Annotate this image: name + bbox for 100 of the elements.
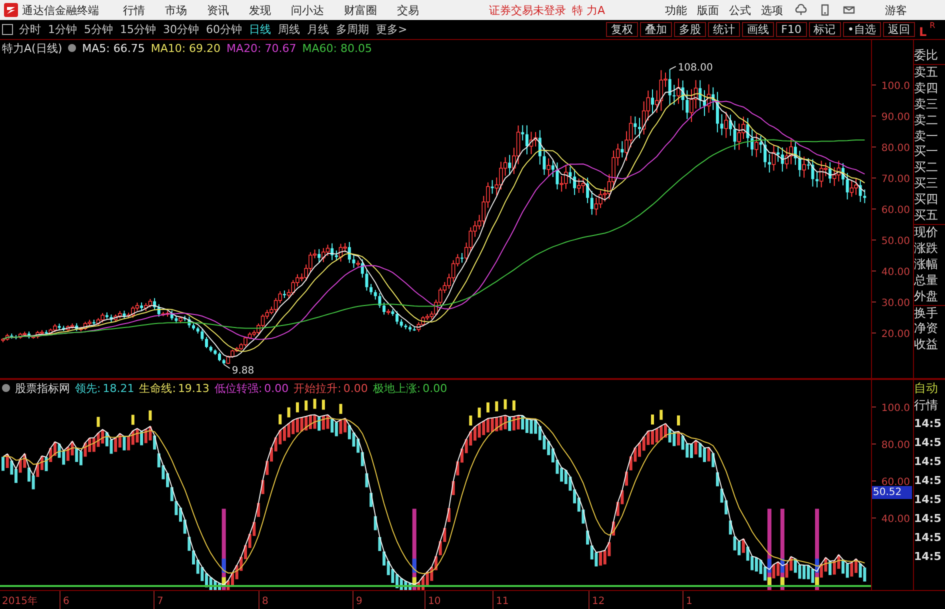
menu-item[interactable]: 资讯 (207, 2, 229, 18)
time-label: 14:5 (914, 549, 942, 565)
indicator-value: 0.00 (422, 382, 448, 394)
tool-button[interactable]: 返回 (883, 22, 915, 37)
axis-label: 100.0 (881, 403, 910, 414)
panel-toggle-icon[interactable] (2, 24, 13, 35)
tool-button[interactable]: 统计 (708, 22, 740, 37)
cloud-icon[interactable] (795, 4, 808, 16)
axis-label: 30.00 (881, 298, 910, 309)
period-tab[interactable]: 1分钟 (48, 22, 77, 37)
axis-label: 70.00 (881, 174, 910, 185)
period-tab[interactable]: 30分钟 (163, 22, 199, 37)
app-logo-icon (4, 3, 18, 17)
axis-label: 100.0 (881, 81, 910, 92)
tool-button[interactable]: 标记 (808, 22, 840, 37)
quote-label: 收益 (914, 337, 939, 354)
indicator-name: 极地上涨: (372, 380, 421, 396)
period-tab[interactable]: 60分钟 (206, 22, 242, 37)
tool-button[interactable]: 多股 (674, 22, 706, 37)
menu-item[interactable]: 行情 (123, 2, 145, 18)
quote-label: 卖二 (914, 112, 939, 129)
axis-label: 80.00 (881, 440, 910, 451)
tool-button[interactable]: F10 (776, 22, 806, 37)
date-label: 8 (262, 596, 268, 607)
date-label: 10 (428, 596, 441, 607)
menu-item[interactable]: 市场 (165, 2, 187, 18)
menu-item[interactable]: 功能 (665, 2, 688, 18)
login-status: 证券交易未登录 (489, 2, 566, 18)
axis-label: 40.00 (881, 267, 910, 278)
date-label: 1 (686, 596, 692, 607)
axis-label: 50.00 (881, 236, 910, 247)
quote-label: 买二 (914, 160, 939, 176)
indicator-title: 股票指标网 (15, 380, 70, 396)
ma-value: MA60: 80.05 (302, 42, 372, 54)
time-label: 14:5 (914, 530, 942, 546)
menu-item[interactable]: 交易 (397, 2, 419, 18)
time-label: 14:5 (914, 492, 942, 508)
tool-button[interactable]: 画线 (742, 22, 774, 37)
ma-value: MA10: 69.20 (150, 42, 221, 54)
message-icon[interactable] (843, 4, 856, 16)
axis-label: 80.00 (881, 143, 910, 154)
current-value-label: 50.52 (872, 486, 912, 499)
date-label: 6 (63, 596, 70, 607)
tool-button[interactable]: •自选 (842, 22, 881, 37)
indicator-value: 19.13 (178, 382, 210, 394)
period-tab[interactable]: 日线 (249, 22, 271, 37)
period-tab[interactable]: 5分钟 (84, 22, 113, 37)
corner-label[interactable]: R (930, 20, 936, 30)
settings-icon[interactable] (2, 384, 10, 392)
time-label: 14:5 (914, 473, 942, 489)
quote-label: 卖三 (914, 96, 939, 113)
tool-button[interactable]: 复权 (606, 22, 638, 37)
quote-label: 换手 (914, 304, 945, 322)
period-tab[interactable]: 更多> (376, 22, 408, 37)
period-tab[interactable]: 15分钟 (120, 22, 156, 37)
period-tab[interactable]: 月线 (307, 22, 329, 37)
time-label: 14:5 (914, 416, 942, 432)
user-label[interactable]: 游客 (885, 2, 908, 18)
date-label: 11 (496, 596, 509, 607)
menu-item[interactable]: 财富圈 (344, 2, 377, 18)
ma-value: MA20: 70.67 (226, 42, 296, 54)
quote-label: 卖一 (914, 128, 939, 144)
quote-label: 涨幅 (914, 256, 939, 273)
app-name: 通达信金融终端 (22, 2, 99, 18)
axis-label: 20.00 (881, 329, 910, 340)
quote-label: 卖四 (914, 80, 939, 97)
panel-label: 行情 (914, 397, 939, 414)
phone-icon[interactable] (819, 4, 832, 16)
indicator-value: 0.00 (264, 382, 289, 394)
quote-label: 买一 (914, 144, 939, 160)
settings-icon[interactable] (68, 44, 76, 52)
menu-item[interactable]: 发现 (249, 2, 271, 18)
menu-item[interactable]: 公式 (729, 2, 752, 18)
period-tab[interactable]: 多周期 (336, 22, 369, 37)
indicator-name: 低位转强: (214, 380, 262, 396)
quote-label: 卖五 (914, 64, 945, 81)
menu-item[interactable]: 版面 (697, 2, 720, 18)
indicator-value: 18.21 (102, 382, 134, 394)
axis-label: 60.00 (881, 205, 910, 216)
quote-label: 买三 (914, 176, 939, 192)
high-marker (669, 66, 676, 70)
corner-label[interactable]: L (919, 24, 927, 38)
time-label: 14:5 (914, 511, 942, 527)
chart-title: 特力A(日线) (2, 40, 62, 56)
indicator-name: 领先: (75, 380, 101, 396)
tool-button[interactable]: 叠加 (640, 22, 672, 37)
menu-item[interactable]: 选项 (761, 2, 784, 18)
quote-label: 买五 (914, 208, 939, 224)
quote-label: 现价 (914, 224, 945, 241)
time-label: 14:5 (914, 435, 942, 451)
axis-label: 90.00 (881, 112, 910, 123)
date-label: 12 (592, 596, 605, 607)
period-tab[interactable]: 分时 (19, 22, 41, 37)
axis-label: 60.00 (881, 477, 910, 488)
indicator-value: 0.00 (343, 382, 368, 394)
quote-label: 外盘 (914, 288, 939, 304)
menu-item[interactable]: 问小达 (291, 2, 324, 18)
period-tab[interactable]: 周线 (278, 22, 300, 37)
ma-value: MA5: 66.75 (82, 42, 145, 54)
low-price-label: 9.88 (232, 365, 254, 376)
